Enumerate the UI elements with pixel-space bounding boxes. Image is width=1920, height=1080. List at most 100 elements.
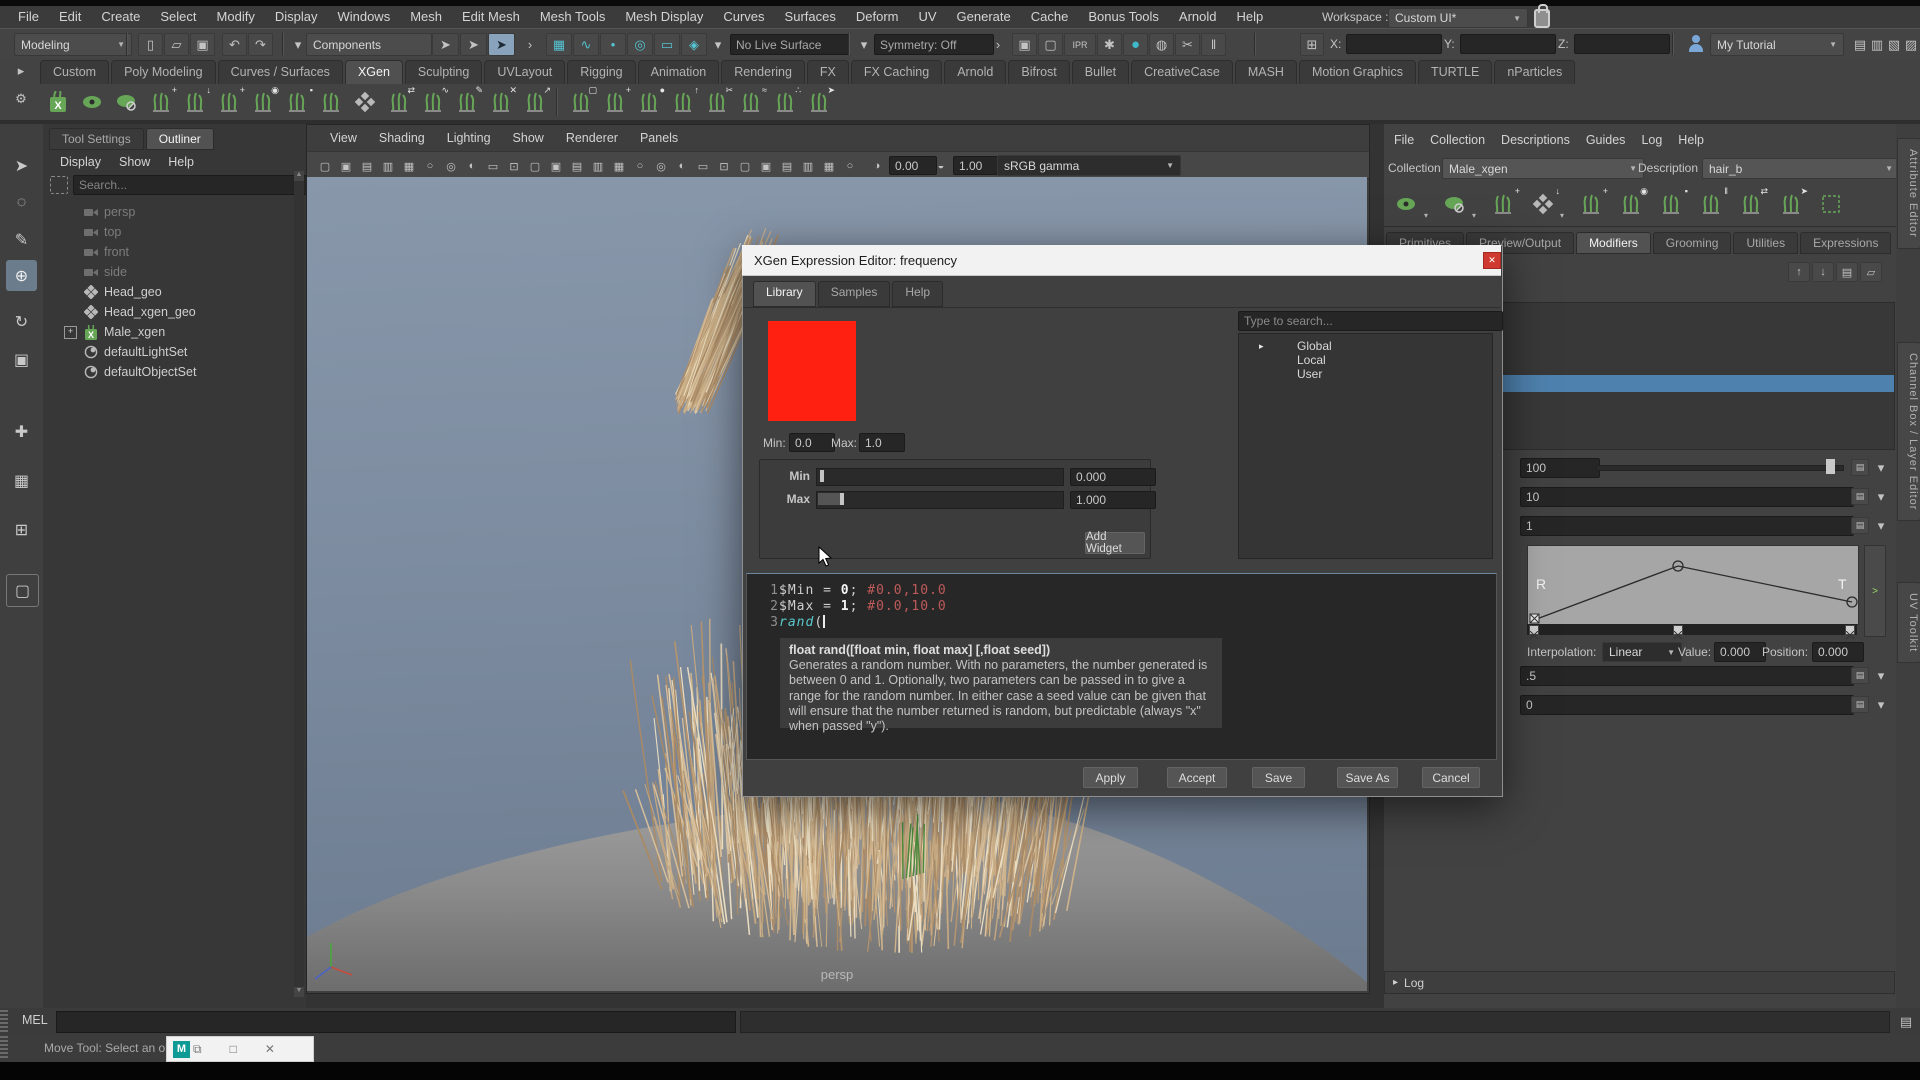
select-guides-icon[interactable]: ➤ [1774,186,1808,222]
close-window-icon[interactable]: ✕ [265,1042,275,1056]
menu-uv[interactable]: UV [908,6,946,28]
bookmark-icon[interactable]: ▥ [378,156,398,176]
symmetry-caret-icon[interactable]: ▾ [858,38,870,52]
marquee-select-icon[interactable] [1814,186,1848,222]
menu-surfaces[interactable]: Surfaces [775,6,846,28]
symmetry-field[interactable]: Symmetry: Off [874,34,994,55]
channel-box-toggle-icon[interactable]: ▧ [1886,34,1902,56]
sidebar-tab-uv-toolkit[interactable]: UV Toolkit [1897,582,1920,663]
gamma-field[interactable]: 1.00 [953,156,1001,175]
last-tool-icon[interactable]: ✚ [6,416,37,447]
arnold-render-icon[interactable]: ● [1123,33,1148,56]
paint-effects-icon[interactable]: ▦ [6,465,37,496]
xgen-preview-refresh-icon[interactable] [78,87,108,117]
shelf-tab-uvlayout[interactable]: UVLayout [484,60,565,84]
xgen-preview-clear-icon[interactable] [112,87,142,117]
curve-position-field[interactable]: 0.000 [1812,642,1864,662]
film-gate-icon[interactable]: ◐ [462,156,482,176]
quick-render-icon[interactable]: ▢ [1038,33,1063,56]
tool-settings-toggle-icon[interactable]: ▥ [1869,34,1885,56]
xgen-menu-collection[interactable]: Collection [1422,132,1493,150]
wireframe-on-shaded-icon[interactable]: ▥ [798,156,818,176]
shelf-tab-arnold[interactable]: Arnold [944,60,1006,84]
panel-menu-show[interactable]: Show [502,127,555,149]
preview-visibility-icon[interactable]: ◉ [248,87,278,117]
make-live-icon[interactable]: ◈ [681,33,707,56]
dialog-tab-library[interactable]: Library [753,281,816,307]
guide-brush-icon[interactable]: ✎ [452,87,482,117]
add-primitives-icon[interactable]: + [214,87,244,117]
save-as-button[interactable]: Save As [1337,767,1398,788]
select-tool-icon[interactable]: ➤ [6,150,37,181]
shelf-tab-poly-modeling[interactable]: Poly Modeling [111,60,216,84]
attr-field[interactable]: 1 [1520,516,1854,536]
ambient-occlusion-icon[interactable]: ◐ [672,156,692,176]
menu-generate[interactable]: Generate [947,6,1021,28]
outliner-item-defaultlightset[interactable]: defaultLightSet [43,342,306,362]
xgen-menu-file[interactable]: File [1386,132,1422,150]
xgen-editor-icon[interactable]: X [44,87,74,117]
groom-length-icon[interactable]: ↑ [668,87,698,117]
shelf-tab-bullet[interactable]: Bullet [1072,60,1129,84]
panel-menu-renderer[interactable]: Renderer [555,127,629,149]
outliner-item-top[interactable]: top [43,222,306,242]
snap-grid-icon[interactable]: ▦ [546,33,572,56]
lock-guide-icon[interactable]: ▪ [1654,186,1688,222]
menu-cache[interactable]: Cache [1021,6,1079,28]
delete-modifier-icon[interactable]: ▱ [1860,262,1882,282]
expression-icon[interactable]: ▤ [1851,517,1869,534]
menu-bonus-tools[interactable]: Bonus Tools [1078,6,1169,28]
menu-mesh-display[interactable]: Mesh Display [615,6,713,28]
scale-tool-icon[interactable]: ▣ [6,344,37,375]
live-surface-field[interactable]: No Live Surface [730,34,850,55]
pause-viewport-icon[interactable]: ‖ [1201,33,1226,56]
groom-clump-icon[interactable]: ∴ [770,87,800,117]
expression-icon[interactable]: ▤ [1851,696,1869,713]
render-settings-icon[interactable]: ✱ [1097,33,1122,56]
xgen-menu-descriptions[interactable]: Descriptions [1493,132,1578,150]
transfer-guides-icon[interactable]: ⇄ [1734,186,1768,222]
shelf-tab-xgen[interactable]: XGen [345,60,403,84]
outliner-menu-help[interactable]: Help [159,151,203,171]
coord-field-y[interactable] [1460,34,1556,54]
groom-density-icon[interactable]: ● [634,87,664,117]
groom-cut-icon[interactable]: ✂ [702,87,732,117]
select-object-icon[interactable]: ➤ [460,33,487,56]
shelf-tab-mash[interactable]: MASH [1235,60,1297,84]
export-patches-icon[interactable]: ↓▾ [1526,186,1560,222]
attr-options-caret-icon[interactable]: ▾ [1872,517,1890,534]
shelf-tab-rigging[interactable]: Rigging [567,60,635,84]
rotate-tool-icon[interactable]: ↻ [6,306,37,337]
frame-all-icon[interactable]: ▥ [588,156,608,176]
dock-tab-tool-settings[interactable]: Tool Settings [49,128,144,150]
select-hierarchy-icon[interactable]: ➤ [432,33,459,56]
frame-selection-icon[interactable]: ▦ [609,156,629,176]
transform-entry-mode-icon[interactable]: ⊞ [1300,33,1324,56]
attr-options-caret-icon[interactable]: ▾ [1872,696,1890,713]
guide-comb-icon[interactable]: ∿ [418,87,448,117]
curve-value-field[interactable]: 0.000 [1714,642,1766,662]
open-scene-icon[interactable]: ▱ [164,33,189,56]
ramp-key-icon[interactable] [1673,625,1683,635]
dialog-title-bar[interactable]: XGen Expression Editor: frequency [742,245,1501,276]
panel-menu-view[interactable]: View [319,127,368,149]
outliner-item-front[interactable]: front [43,242,306,262]
panel-menu-lighting[interactable]: Lighting [436,127,502,149]
menu-file[interactable]: File [8,6,49,28]
exposure-icon[interactable]: ◑ [867,156,887,176]
swatch-max-field[interactable]: 1.0 [859,433,905,452]
menu-select[interactable]: Select [150,6,206,28]
expression-code-editor[interactable]: 1 $Min = 0; #0.0,10.02 $Max = 1; #0.0,10… [746,573,1497,760]
menu-deform[interactable]: Deform [846,6,909,28]
tree-item-global[interactable]: ▸Global [1239,339,1490,353]
apply-button[interactable]: Apply [1083,767,1138,788]
ramp-key-strip[interactable] [1527,624,1857,635]
lasso-tool-icon[interactable]: ◌ [6,187,37,218]
outliner-item-persp[interactable]: persp [43,202,306,222]
menu-display[interactable]: Display [265,6,328,28]
dock-tab-outliner[interactable]: Outliner [146,128,214,150]
menu-arnold[interactable]: Arnold [1169,6,1227,28]
ramp-key-icon[interactable] [1845,625,1855,635]
attr-field[interactable]: .5 [1520,666,1854,686]
maximize-window-icon[interactable]: □ [230,1042,237,1056]
